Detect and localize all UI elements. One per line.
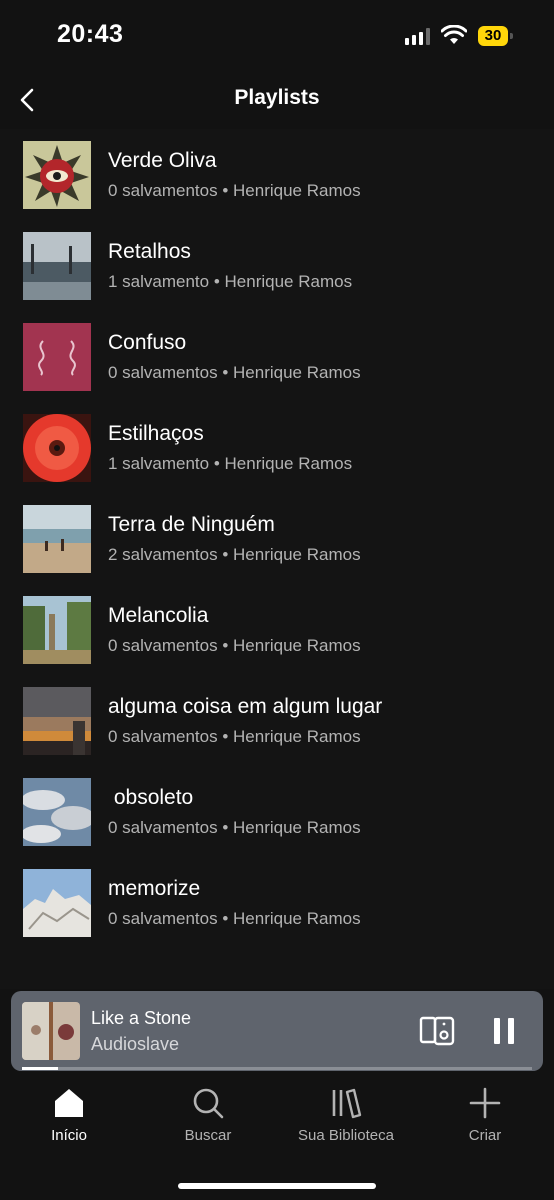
playlist-title: alguma coisa em algum lugar xyxy=(108,695,383,718)
playlist-row-estilhacos[interactable]: Estilhaços 1 salvamento • Henrique Ramos xyxy=(0,402,554,493)
playback-progress-fill xyxy=(22,1067,58,1070)
playlist-row-verde-oliva[interactable]: Verde Oliva 0 salvamentos • Henrique Ram… xyxy=(0,129,554,220)
playlist-cover xyxy=(23,505,91,573)
playlist-row-memorize[interactable]: memorize 0 salvamentos • Henrique Ramos xyxy=(0,857,554,948)
playlist-row-alguma-coisa[interactable]: alguma coisa em algum lugar 0 salvamento… xyxy=(0,675,554,766)
playlist-title: Retalhos xyxy=(108,240,191,263)
page-header: Playlists xyxy=(0,72,554,128)
now-playing-cover xyxy=(22,1002,80,1060)
playlist-row-obsoleto[interactable]: obsoleto 0 salvamentos • Henrique Ramos xyxy=(0,766,554,857)
tab-sua-biblioteca[interactable]: Sua Biblioteca xyxy=(286,1087,406,1157)
playlist-row-terra-de-ninguem[interactable]: Terra de Ninguém 2 salvamentos • Henriqu… xyxy=(0,493,554,584)
tab-buscar[interactable]: Buscar xyxy=(148,1087,268,1157)
tab-label: Buscar xyxy=(184,1127,232,1144)
playlist-subtitle: 2 salvamentos • Henrique Ramos xyxy=(108,545,361,564)
playlist-cover xyxy=(23,414,91,482)
status-bar: 20:43 30 xyxy=(0,0,554,72)
tab-inicio[interactable]: Início xyxy=(9,1087,129,1157)
plus-icon xyxy=(469,1087,501,1119)
playlist-subtitle: 1 salvamento • Henrique Ramos xyxy=(108,272,353,291)
playlist-cover xyxy=(23,232,91,300)
tab-label: Sua Biblioteca xyxy=(298,1127,394,1144)
playlist-title: Terra de Ninguém xyxy=(108,513,275,536)
tab-criar[interactable]: Criar xyxy=(425,1087,545,1157)
tab-label: Início xyxy=(51,1127,87,1144)
playlist-title: memorize xyxy=(108,877,201,900)
playlist-title: Melancolia xyxy=(108,604,209,627)
playlist-title: Confuso xyxy=(108,331,187,354)
playlist-cover xyxy=(23,687,91,755)
now-playing-title: Like a Stone xyxy=(91,1008,192,1028)
playlist-cover xyxy=(23,596,91,664)
playlist-subtitle: 0 salvamentos • Henrique Ramos xyxy=(108,181,361,200)
connect-device-icon[interactable] xyxy=(419,1015,455,1047)
playlist-row-melancolia[interactable]: Melancolia 0 salvamentos • Henrique Ramo… xyxy=(0,584,554,675)
now-playing-bar[interactable]: Like a Stone Audioslave xyxy=(11,991,543,1071)
battery-icon: 30 xyxy=(478,26,513,46)
pause-icon[interactable] xyxy=(493,1017,515,1045)
playlist-subtitle: 0 salvamentos • Henrique Ramos xyxy=(108,818,361,837)
bottom-tab-bar: Início Buscar Sua Biblioteca Criar xyxy=(0,1075,554,1200)
playlist-cover xyxy=(23,778,91,846)
playlist-title: obsoleto xyxy=(108,786,194,809)
now-playing-artist: Audioslave xyxy=(91,1034,180,1054)
playlist-list: Verde Oliva 0 salvamentos • Henrique Ram… xyxy=(0,129,554,989)
playlist-subtitle: 0 salvamentos • Henrique Ramos xyxy=(108,636,361,655)
wifi-icon xyxy=(441,25,467,44)
playlist-cover xyxy=(23,141,91,209)
playlist-cover xyxy=(23,869,91,937)
cellular-signal-icon xyxy=(405,28,430,45)
playlist-subtitle: 0 salvamentos • Henrique Ramos xyxy=(108,909,361,928)
tab-label: Criar xyxy=(468,1127,502,1144)
playlist-subtitle: 1 salvamento • Henrique Ramos xyxy=(108,454,353,473)
playlist-row-confuso[interactable]: Confuso 0 salvamentos • Henrique Ramos xyxy=(0,311,554,402)
playlist-subtitle: 0 salvamentos • Henrique Ramos xyxy=(108,363,361,382)
playback-progress[interactable] xyxy=(22,1067,532,1070)
search-icon xyxy=(193,1088,224,1119)
home-indicator xyxy=(178,1183,376,1189)
page-title: Playlists xyxy=(234,86,320,109)
playlist-title: Estilhaços xyxy=(108,422,204,445)
playlist-row-retalhos[interactable]: Retalhos 1 salvamento • Henrique Ramos xyxy=(0,220,554,311)
home-icon xyxy=(55,1089,83,1117)
status-time: 20:43 xyxy=(57,20,124,48)
battery-level: 30 xyxy=(478,26,508,46)
playlist-cover xyxy=(23,323,91,391)
library-icon xyxy=(332,1088,362,1119)
playlist-title: Verde Oliva xyxy=(108,149,217,172)
playlist-subtitle: 0 salvamentos • Henrique Ramos xyxy=(108,727,361,746)
